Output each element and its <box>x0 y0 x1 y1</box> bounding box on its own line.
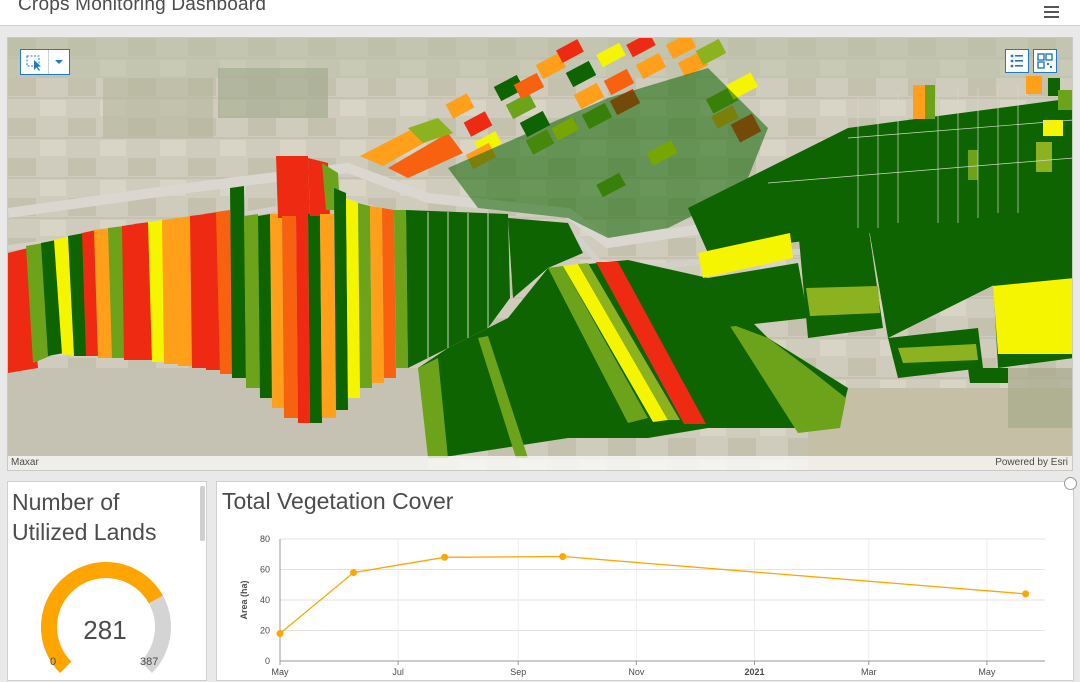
data-point <box>276 630 284 638</box>
gauge-chart <box>41 562 171 673</box>
x-tick-label: Mar <box>861 667 877 677</box>
powered-by-esri-link[interactable]: Powered by Esri <box>995 457 1068 468</box>
utilized-lands-gauge-panel: Number of Utilized Lands 281 0 387 <box>7 481 207 681</box>
qr-layers-icon[interactable] <box>1033 49 1057 73</box>
crop-map[interactable]: Maxar Powered by Esri <box>7 37 1073 471</box>
x-tick-label: 2021 <box>744 667 764 677</box>
attribution-source: Maxar <box>11 457 39 468</box>
series-line <box>279 555 1026 635</box>
expand-panel-icon[interactable] <box>1064 477 1077 490</box>
x-tick-label: May <box>978 667 996 677</box>
map-imagery <box>8 38 1072 470</box>
select-tool-icon[interactable] <box>21 50 49 74</box>
data-point <box>350 569 358 577</box>
vegetation-cover-chart-panel: Total Vegetation Cover 0 20 40 60 80 May Jul Se… <box>216 481 1074 681</box>
map-select-tool[interactable] <box>20 49 70 75</box>
x-tick-label: Nov <box>628 667 645 677</box>
y-tick-label: 20 <box>260 626 270 636</box>
line-chart[interactable]: 0 20 40 60 80 May Jul Sep Nov 2021 Mar May Area (ha) <box>217 482 1073 680</box>
x-tick-label: Jul <box>392 667 404 677</box>
legend-icon[interactable] <box>1005 49 1029 73</box>
dashboard-title: Crops Monitoring Dashboard <box>18 0 267 15</box>
x-tick-label: May <box>271 667 289 677</box>
dashboard-header: Crops Monitoring Dashboard <box>0 0 1080 26</box>
gauge-min-label: 0 <box>50 656 57 668</box>
data-point <box>441 553 449 561</box>
data-point <box>1022 590 1030 598</box>
hamburger-menu-icon[interactable] <box>1042 2 1062 22</box>
map-attribution: Maxar Powered by Esri <box>8 456 1072 470</box>
y-tick-label: 60 <box>260 565 270 575</box>
gauge-max-label: 387 <box>140 656 159 668</box>
gauge-value: 281 <box>83 615 127 645</box>
y-tick-label: 40 <box>260 595 270 605</box>
x-tick-label: Sep <box>510 667 526 677</box>
y-axis-label: Area (ha) <box>239 580 249 619</box>
data-point <box>559 553 567 561</box>
y-tick-label: 0 <box>265 656 270 666</box>
chevron-down-icon[interactable] <box>49 50 69 74</box>
y-tick-label: 80 <box>260 534 270 544</box>
